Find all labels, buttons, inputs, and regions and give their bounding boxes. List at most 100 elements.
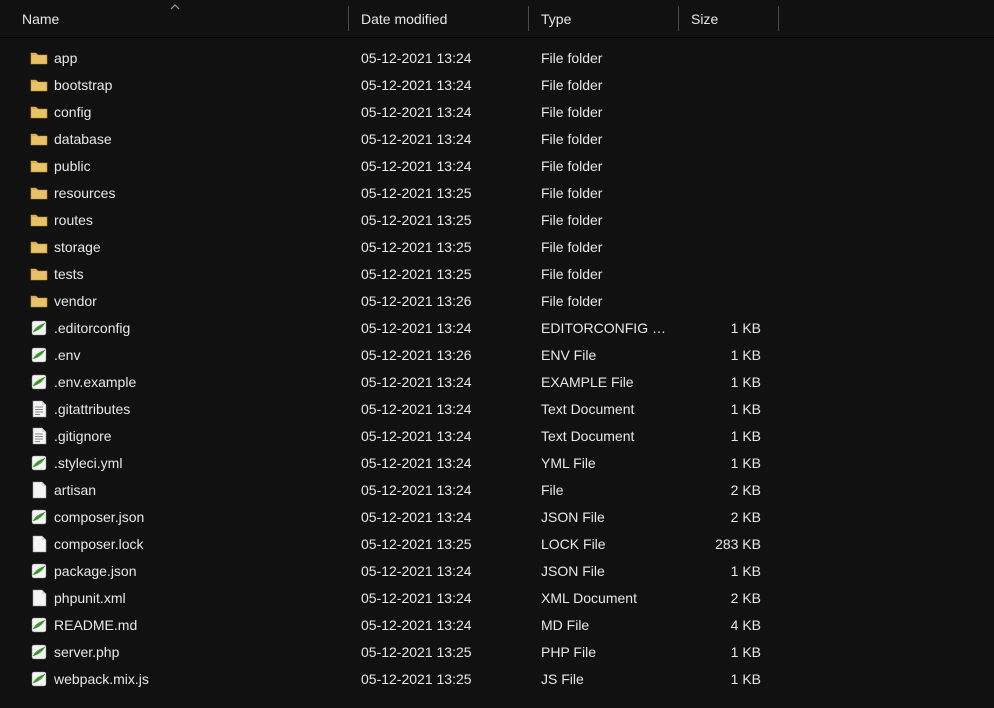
column-header-name[interactable]: Name — [0, 0, 349, 37]
file-type-cell: Text Document — [529, 428, 679, 444]
file-type-cell: JSON File — [529, 509, 679, 525]
file-row[interactable]: tests05-12-2021 13:25File folder — [0, 260, 994, 287]
folder-icon — [30, 157, 48, 175]
file-type-cell: Text Document — [529, 401, 679, 417]
file-row[interactable]: phpunit.xml05-12-2021 13:24XML Document2… — [0, 584, 994, 611]
file-size-cell: 283 KB — [679, 536, 779, 552]
file-name-cell: .gitignore — [0, 427, 349, 445]
file-size-cell: 1 KB — [679, 455, 779, 471]
file-type-cell: PHP File — [529, 644, 679, 660]
file-row[interactable]: README.md05-12-2021 13:24MD File4 KB — [0, 611, 994, 638]
file-type-cell: File folder — [529, 158, 679, 174]
file-row[interactable]: routes05-12-2021 13:25File folder — [0, 206, 994, 233]
file-name-cell: server.php — [0, 643, 349, 661]
file-name-label: artisan — [54, 482, 96, 498]
blank-file-icon — [30, 589, 48, 607]
file-name-cell: app — [0, 49, 349, 67]
file-name-cell: composer.lock — [0, 535, 349, 553]
file-row[interactable]: .env05-12-2021 13:26ENV File1 KB — [0, 341, 994, 368]
folder-icon — [30, 103, 48, 121]
file-row[interactable]: config05-12-2021 13:24File folder — [0, 98, 994, 125]
np-green-icon — [30, 643, 48, 661]
file-type-cell: EXAMPLE File — [529, 374, 679, 390]
file-type-cell: File folder — [529, 50, 679, 66]
file-size-cell: 4 KB — [679, 617, 779, 633]
file-name-cell: bootstrap — [0, 76, 349, 94]
file-name-label: .env — [54, 347, 80, 363]
file-row[interactable]: public05-12-2021 13:24File folder — [0, 152, 994, 179]
file-date-cell: 05-12-2021 13:25 — [349, 671, 529, 687]
file-date-cell: 05-12-2021 13:24 — [349, 428, 529, 444]
file-name-cell: config — [0, 103, 349, 121]
file-name-cell: .env.example — [0, 373, 349, 391]
file-date-cell: 05-12-2021 13:24 — [349, 590, 529, 606]
file-row[interactable]: webpack.mix.js05-12-2021 13:25JS File1 K… — [0, 665, 994, 692]
file-size-cell: 1 KB — [679, 374, 779, 390]
column-header-type[interactable]: Type — [529, 0, 679, 37]
file-name-cell: public — [0, 157, 349, 175]
blank-file-icon — [30, 481, 48, 499]
file-name-cell: .editorconfig — [0, 319, 349, 337]
file-row[interactable]: .styleci.yml05-12-2021 13:24YML File1 KB — [0, 449, 994, 476]
file-date-cell: 05-12-2021 13:25 — [349, 266, 529, 282]
file-date-cell: 05-12-2021 13:24 — [349, 617, 529, 633]
file-row[interactable]: .gitignore 05-12-2021 13:24Text Document1… — [0, 422, 994, 449]
file-date-cell: 05-12-2021 13:25 — [349, 239, 529, 255]
column-header-date[interactable]: Date modified — [349, 0, 529, 37]
file-name-cell: storage — [0, 238, 349, 256]
file-type-cell: File folder — [529, 293, 679, 309]
file-row[interactable]: .env.example05-12-2021 13:24EXAMPLE File… — [0, 368, 994, 395]
file-date-cell: 05-12-2021 13:24 — [349, 509, 529, 525]
folder-icon — [30, 184, 48, 202]
file-type-cell: File folder — [529, 239, 679, 255]
file-row[interactable]: bootstrap05-12-2021 13:24File folder — [0, 71, 994, 98]
file-name-label: server.php — [54, 644, 119, 660]
file-name-cell: .env — [0, 346, 349, 364]
file-name-label: composer.lock — [54, 536, 143, 552]
file-size-cell: 1 KB — [679, 401, 779, 417]
file-name-label: phpunit.xml — [54, 590, 126, 606]
file-row[interactable]: composer.json05-12-2021 13:24JSON File2 … — [0, 503, 994, 530]
file-name-label: .styleci.yml — [54, 455, 122, 471]
file-name-label: tests — [54, 266, 84, 282]
file-name-label: composer.json — [54, 509, 144, 525]
column-header-size-label: Size — [691, 11, 718, 27]
file-date-cell: 05-12-2021 13:24 — [349, 401, 529, 417]
file-size-cell: 2 KB — [679, 482, 779, 498]
file-row[interactable]: artisan05-12-2021 13:24File2 KB — [0, 476, 994, 503]
file-row[interactable]: database05-12-2021 13:24File folder — [0, 125, 994, 152]
file-row[interactable]: storage05-12-2021 13:25File folder — [0, 233, 994, 260]
sort-ascending-icon — [170, 2, 179, 12]
folder-icon — [30, 49, 48, 67]
file-type-cell: File folder — [529, 77, 679, 93]
file-type-cell: JS File — [529, 671, 679, 687]
file-row[interactable]: app05-12-2021 13:24File folder — [0, 44, 994, 71]
file-name-cell: vendor — [0, 292, 349, 310]
file-size-cell: 1 KB — [679, 644, 779, 660]
file-row[interactable]: composer.lock05-12-2021 13:25LOCK File28… — [0, 530, 994, 557]
file-row[interactable]: .gitattributes 05-12-2021 13:24Text Docum… — [0, 395, 994, 422]
folder-icon — [30, 211, 48, 229]
file-type-cell: JSON File — [529, 563, 679, 579]
file-type-cell: EDITORCONFIG File — [529, 320, 679, 336]
file-name-cell: tests — [0, 265, 349, 283]
column-header-row: Name Date modified Type Size — [0, 0, 994, 38]
file-row[interactable]: vendor05-12-2021 13:26File folder — [0, 287, 994, 314]
file-type-cell: File folder — [529, 185, 679, 201]
file-name-cell: package.json — [0, 562, 349, 580]
file-row[interactable]: resources05-12-2021 13:25File folder — [0, 179, 994, 206]
np-green-icon — [30, 616, 48, 634]
file-name-label: .gitattributes — [54, 401, 130, 417]
file-size-cell: 1 KB — [679, 428, 779, 444]
column-header-size[interactable]: Size — [679, 0, 779, 37]
file-name-cell: README.md — [0, 616, 349, 634]
file-row[interactable]: package.json05-12-2021 13:24JSON File1 K… — [0, 557, 994, 584]
file-row[interactable]: .editorconfig05-12-2021 13:24EDITORCONFI… — [0, 314, 994, 341]
file-date-cell: 05-12-2021 13:26 — [349, 293, 529, 309]
file-name-cell: composer.json — [0, 508, 349, 526]
text-file-icon — [30, 427, 48, 445]
np-green-icon — [30, 670, 48, 688]
np-green-icon — [30, 319, 48, 337]
file-name-label: .gitignore — [54, 428, 112, 444]
file-row[interactable]: server.php05-12-2021 13:25PHP File1 KB — [0, 638, 994, 665]
